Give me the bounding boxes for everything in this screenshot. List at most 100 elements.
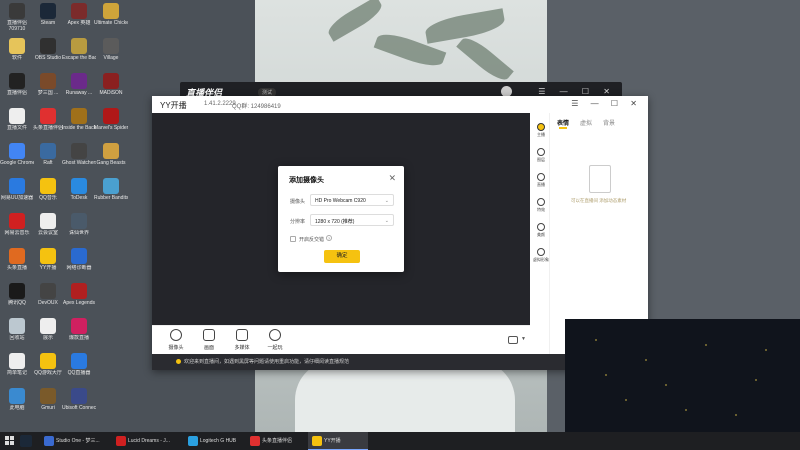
desktop-icon[interactable]: QQ游戏大厅 (31, 350, 65, 388)
desktop-icon[interactable]: 爆款直播 (62, 315, 96, 353)
app-icon (71, 108, 87, 124)
media-icon (236, 329, 248, 341)
desktop-icon[interactable]: QQ直播器 (62, 350, 96, 388)
desktop-icon[interactable]: 头条直播 (0, 245, 34, 283)
app-icon (40, 143, 56, 159)
desktop-icon[interactable]: Apex 英雄 (62, 0, 96, 38)
desktop-icon[interactable]: 诛仙世界 (62, 210, 96, 248)
desktop-icon[interactable]: 回收站 (0, 315, 34, 353)
desktop-icon-label: 梦三国 ... (37, 90, 59, 96)
image-button[interactable]: 画面 (194, 329, 224, 351)
desktop-icon[interactable]: QQ音乐 (31, 175, 65, 213)
app-icon (40, 73, 56, 89)
app-icon (103, 73, 119, 89)
desktop-icon[interactable]: Gang Beasts (94, 140, 128, 178)
confirm-button[interactable]: 确定 (324, 250, 360, 263)
desktop-icon[interactable]: Apex Legends (62, 280, 96, 318)
desktop-icon-label: Apex 英雄 (67, 20, 91, 26)
desktop-icon[interactable]: 直播文件 (0, 105, 34, 143)
desktop-icon[interactable]: 展示 (31, 315, 65, 353)
app-icon (103, 3, 119, 19)
app-icon (103, 38, 119, 54)
desktop-icon[interactable]: Rubber Bandits (94, 175, 128, 213)
desktop-icon[interactable]: 直播伴侣 (0, 70, 34, 108)
desktop-icon[interactable]: Runaway ... (62, 70, 96, 108)
steam-taskbar-icon[interactable] (20, 435, 32, 447)
bg-app-window-controls[interactable]: ☰ — ☐ ✕ (538, 87, 616, 96)
app-icon (103, 178, 119, 194)
app-icon (40, 283, 56, 299)
media-button[interactable]: 多媒体 (227, 329, 257, 351)
desktop-icon[interactable]: 网络诊断器 (62, 245, 96, 283)
camera-select-value: HD Pro Webcam C920 (315, 198, 366, 204)
yy-version: 1.41.2.2229 (204, 101, 236, 107)
desktop-icon[interactable]: 直播伴侣 709710 (0, 0, 34, 38)
desktop-icon[interactable]: 简单笔记 (0, 350, 34, 388)
taskbar-task[interactable]: Logitech G HUB (184, 432, 244, 450)
task-label: YY开播 (324, 438, 341, 444)
task-label: Logitech G HUB (200, 438, 237, 444)
desktop-icon[interactable]: 软件 (0, 35, 34, 73)
sidebar-item-1[interactable]: 图层 (533, 148, 549, 163)
desktop-icon[interactable]: ToDesk (62, 175, 96, 213)
desktop-icon-label: 展示 (42, 335, 53, 341)
desktop-icon[interactable]: 网易云音乐 (0, 210, 34, 248)
dialog-title: 添加摄像头 (289, 177, 324, 184)
notice-icon (176, 359, 181, 364)
taskbar-task[interactable]: 头条直播伴侣 (246, 432, 306, 450)
desktop-icon[interactable]: 此电脑 (0, 385, 34, 423)
app-icon (71, 318, 87, 334)
help-icon[interactable]: ? (326, 235, 332, 241)
desktop-icon[interactable]: Escape the Backrooms (62, 35, 96, 73)
app-icon (40, 388, 56, 404)
desktop-icon[interactable]: 网易UU加速器 (0, 175, 34, 213)
desktop-icon[interactable]: Marvel's Spider-M... (94, 105, 128, 143)
resolution-select[interactable]: 1280 x 720 (推荐) ⌄ (310, 214, 394, 226)
panel-tab-2[interactable]: 背景 (603, 118, 615, 127)
camera-button[interactable]: 摄像头 (161, 329, 191, 351)
desktop-icon[interactable]: Ghost Watchers (62, 140, 96, 178)
desktop-icon[interactable]: Inside the Backrooms (62, 105, 96, 143)
desktop-icon[interactable]: 云会议室 (31, 210, 65, 248)
desktop-icon[interactable]: Village (94, 35, 128, 73)
play-together-button[interactable]: 一起玩 (260, 329, 290, 351)
sidebar-item-0[interactable]: 主播 (533, 123, 549, 138)
sidebar-item-label: 图层 (537, 157, 545, 162)
sidebar-item-2[interactable]: 直播 (533, 173, 549, 188)
desktop-icon-label: MADiSON (99, 90, 123, 96)
desktop-icon[interactable]: Google Chrome (0, 140, 34, 178)
desktop-icon[interactable]: DevOUX (31, 280, 65, 318)
desktop-icon[interactable]: 头条直播伴侣 (31, 105, 65, 143)
notice-text: 欢迎来到直播间，如遇到黑屏等问题请使用重启功能，请仔细阅读直播规范 (184, 359, 350, 365)
sidebar-item-4[interactable]: 美颜 (533, 223, 549, 238)
video-camera-icon[interactable] (508, 336, 518, 344)
taskbar-task[interactable]: Lucid Dreams - J... (112, 432, 182, 450)
gamepad-icon (269, 329, 281, 341)
desktop-icon[interactable]: OBS Studio (31, 35, 65, 73)
camera-select[interactable]: HD Pro Webcam C920 ⌄ (310, 194, 394, 206)
app-icon (71, 178, 87, 194)
sidebar-item-3[interactable]: 特效 (533, 198, 549, 213)
desktop-icon[interactable]: Ubisoft Connect (62, 385, 96, 423)
image-label: 画面 (203, 345, 214, 351)
windows-start-icon[interactable] (5, 436, 15, 446)
panel-tab-1[interactable]: 虚拟 (580, 118, 592, 127)
taskbar-task[interactable]: Studio One - 梦三... (40, 432, 110, 450)
desktop-icon[interactable]: 腾讯QQ (0, 280, 34, 318)
deinterlace-checkbox[interactable] (290, 236, 296, 242)
taskbar-task[interactable]: YY开播 (308, 432, 368, 450)
yy-titlebar[interactable]: YY开播 1.41.2.2229 QQ群: 124986419 ☰ — ☐ ✕ (152, 96, 648, 113)
sidebar-item-5[interactable]: 虚拟形象 (533, 248, 549, 263)
app-icon (9, 3, 25, 19)
desktop-icon[interactable]: Gmuri (31, 385, 65, 423)
desktop-icon[interactable]: Raft (31, 140, 65, 178)
desktop-icon[interactable]: Steam (31, 0, 65, 38)
desktop-icon[interactable]: YY开播 (31, 245, 65, 283)
desktop-icon-sublabel: 709710 (8, 26, 26, 32)
desktop-icon[interactable]: 梦三国 ... (31, 70, 65, 108)
chevron-down-icon[interactable]: ▼ (521, 336, 526, 342)
desktop-icon[interactable]: Ultimate Chicke... (94, 0, 128, 38)
yy-window-controls[interactable]: ☰ — ☐ ✕ (571, 99, 642, 108)
desktop-icon[interactable]: MADiSON (94, 70, 128, 108)
panel-tab-0[interactable]: 表情 (557, 118, 569, 129)
